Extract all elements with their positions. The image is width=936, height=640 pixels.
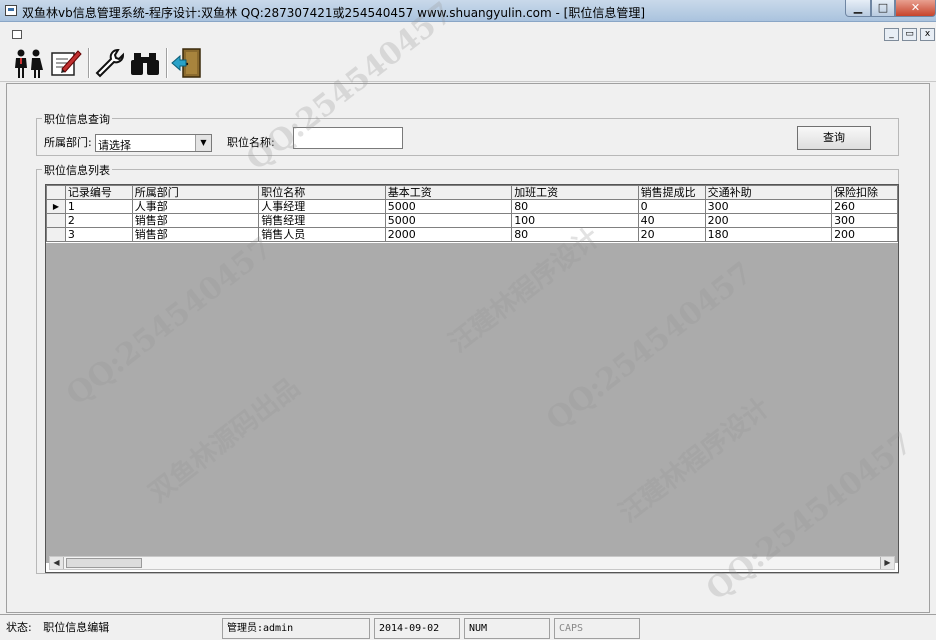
exit-door-icon[interactable] (170, 47, 206, 79)
status-panel: 状态: 职位信息编辑 (2, 618, 218, 639)
toolbar-separator (88, 48, 90, 78)
app-icon[interactable] (5, 5, 17, 16)
list-group-title: 职位信息列表 (42, 162, 112, 178)
edit-notes-icon[interactable] (48, 47, 84, 79)
mdi-bar: _ ▭ x (0, 27, 936, 43)
table-cell[interactable]: 3 (64, 227, 133, 242)
table-cell[interactable]: 20 (637, 227, 706, 242)
table-cell[interactable]: 40 (637, 213, 706, 228)
caps-lock-panel: CAPS (554, 618, 640, 639)
table-cell[interactable]: 人事经理 (258, 199, 386, 214)
table-cell[interactable]: 销售部 (131, 227, 260, 242)
table-cell[interactable]: 300 (831, 213, 898, 228)
child-window-icon[interactable] (12, 30, 22, 39)
close-button[interactable]: ✕ (895, 0, 936, 17)
table-cell[interactable]: 300 (704, 199, 833, 214)
column-header[interactable]: 所属部门 (131, 185, 260, 200)
position-grid[interactable]: 记录编号 所属部门 职位名称 基本工资 加班工资 销售提成比 交通补助 保险扣除… (45, 184, 899, 573)
minimize-button[interactable]: ▁ (845, 0, 871, 17)
query-group-title: 职位信息查询 (42, 111, 112, 127)
query-button[interactable]: 查询 (797, 126, 871, 150)
table-cell[interactable]: 销售人员 (258, 227, 386, 242)
chevron-down-icon[interactable]: ▼ (195, 135, 211, 151)
table-cell[interactable]: 200 (831, 227, 898, 242)
table-header-row: 记录编号 所属部门 职位名称 基本工资 加班工资 销售提成比 交通补助 保险扣除 (46, 185, 898, 200)
column-header[interactable]: 加班工资 (511, 185, 639, 200)
scroll-left-icon[interactable]: ◀ (50, 557, 64, 569)
row-selector[interactable] (46, 227, 66, 242)
grid-empty-area (46, 243, 898, 563)
table-row[interactable]: 3 销售部 销售人员 2000 80 20 180 200 (46, 227, 898, 242)
department-label: 所属部门: (44, 136, 92, 149)
table-cell[interactable]: 5000 (384, 199, 513, 214)
table-cell[interactable]: 0 (637, 199, 706, 214)
toolbar (0, 44, 936, 82)
status-bar: 状态: 职位信息编辑 管理员:admin 2014-09-02 NUM CAPS (0, 614, 936, 640)
column-header[interactable]: 基本工资 (384, 185, 513, 200)
table-cell[interactable]: 2000 (384, 227, 513, 242)
column-header[interactable]: 销售提成比 (637, 185, 706, 200)
column-header[interactable]: 交通补助 (704, 185, 833, 200)
scroll-right-icon[interactable]: ▶ (880, 557, 894, 569)
table-cell[interactable]: 1 (64, 199, 133, 214)
num-lock-panel: NUM (464, 618, 550, 639)
table-cell[interactable]: 销售部 (131, 213, 260, 228)
position-name-input[interactable] (293, 127, 403, 149)
users-icon[interactable] (11, 47, 47, 79)
table-cell[interactable]: 200 (704, 213, 833, 228)
table-row[interactable]: 2 销售部 销售经理 5000 100 40 200 300 (46, 213, 898, 228)
client-area: 职位信息查询 所属部门: 请选择 ▼ 职位名称: 查询 职位信息列表 记录编号 … (6, 83, 930, 613)
status-label: 状态: (6, 621, 32, 634)
table-cell[interactable]: 80 (511, 199, 639, 214)
row-indicator[interactable]: ▶ (46, 199, 66, 214)
table-cell[interactable]: 180 (704, 227, 833, 242)
table-cell[interactable]: 80 (511, 227, 639, 242)
department-select-value: 请选择 (98, 139, 131, 152)
table-cell[interactable]: 2 (64, 213, 133, 228)
table-cell[interactable]: 销售经理 (258, 213, 386, 228)
window-title: 双鱼林vb信息管理系统-程序设计:双鱼林 QQ:287307421或254540… (22, 6, 646, 20)
horizontal-scrollbar[interactable]: ◀ ▶ (49, 556, 895, 570)
position-label: 职位名称: (227, 136, 275, 149)
title-bar: 双鱼林vb信息管理系统-程序设计:双鱼林 QQ:287307421或254540… (0, 0, 936, 22)
child-minimize-button[interactable]: _ (884, 28, 899, 41)
toolbar-separator (166, 48, 168, 78)
scrollbar-thumb[interactable] (66, 558, 142, 568)
admin-panel: 管理员:admin (222, 618, 370, 639)
maximize-button[interactable]: □ (871, 0, 895, 17)
status-value: 职位信息编辑 (43, 621, 110, 634)
child-restore-button[interactable]: ▭ (902, 28, 917, 41)
column-header[interactable]: 职位名称 (258, 185, 386, 200)
column-header[interactable]: 保险扣除 (831, 185, 898, 200)
department-select[interactable]: 请选择 ▼ (95, 134, 212, 152)
table-cell[interactable]: 5000 (384, 213, 513, 228)
table-cell[interactable]: 260 (831, 199, 898, 214)
wrench-icon[interactable] (92, 47, 128, 79)
row-selector-header (46, 185, 66, 200)
position-table: 记录编号 所属部门 职位名称 基本工资 加班工资 销售提成比 交通补助 保险扣除… (46, 185, 898, 242)
date-panel: 2014-09-02 (374, 618, 460, 639)
table-row[interactable]: ▶ 1 人事部 人事经理 5000 80 0 300 260 (46, 199, 898, 214)
binoculars-icon[interactable] (128, 47, 164, 79)
row-selector[interactable] (46, 213, 66, 228)
table-cell[interactable]: 人事部 (131, 199, 260, 214)
table-cell[interactable]: 100 (511, 213, 639, 228)
column-header[interactable]: 记录编号 (64, 185, 133, 200)
child-close-button[interactable]: x (920, 28, 935, 41)
